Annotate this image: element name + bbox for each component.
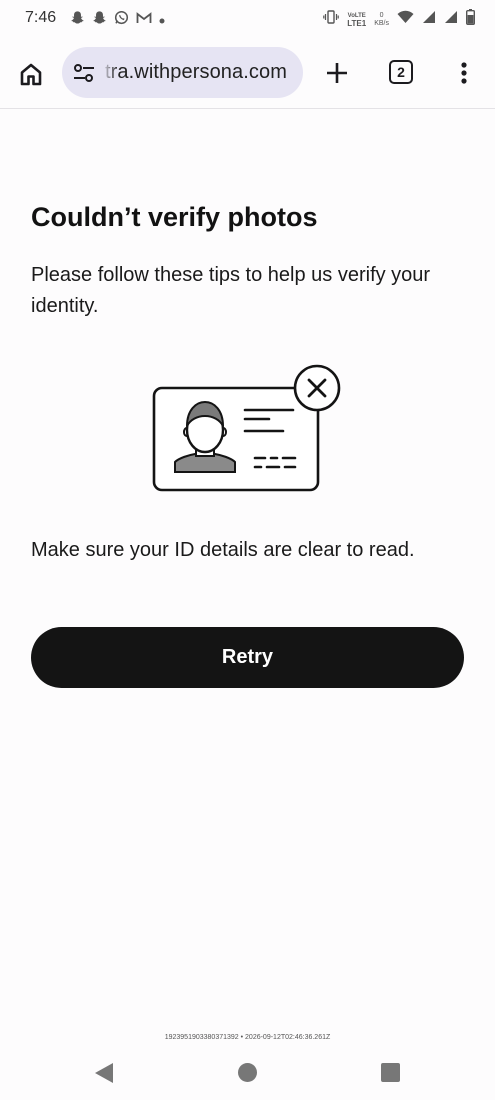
data-rate-icon: 0 KB/s <box>374 12 389 28</box>
lte-label: LTE1 <box>347 18 367 28</box>
home-icon <box>20 63 42 86</box>
url-bar[interactable]: tra.withpersona.com <box>62 47 303 98</box>
system-icons: VoLTE LTE1 0 KB/s <box>323 9 475 30</box>
site-settings-icon[interactable] <box>72 61 96 85</box>
retry-button[interactable]: Retry <box>31 627 464 688</box>
back-triangle-icon <box>95 1063 113 1083</box>
status-time: 7:46 <box>25 9 57 26</box>
page-title: Couldn’t verify photos <box>31 202 318 232</box>
home-button[interactable] <box>17 60 45 88</box>
gmail-icon <box>136 11 152 30</box>
signal-icon <box>444 10 458 29</box>
volte-icon: VoLTE LTE1 <box>347 12 366 28</box>
nav-recents-button[interactable] <box>381 1063 400 1082</box>
page-subtitle: Please follow these tips to help us veri… <box>31 264 431 317</box>
tip-text: Make sure your ID details are clear to r… <box>31 539 415 561</box>
notification-icons <box>70 10 165 30</box>
url-text[interactable]: tra.withpersona.com <box>105 61 287 84</box>
plus-icon <box>327 63 347 83</box>
menu-button[interactable] <box>452 59 476 89</box>
session-footer-id: 1923951903380371392 • 2026-09-12T02:46:3… <box>164 1034 331 1041</box>
data-rate-value: 0 <box>379 11 384 19</box>
url-fade <box>102 47 118 98</box>
vibrate-icon <box>323 10 340 29</box>
whatsapp-icon <box>114 10 129 30</box>
snapchat-icon <box>92 10 107 30</box>
more-vert-icon <box>461 62 467 84</box>
data-rate-unit: KB/s <box>374 19 389 27</box>
battery-icon <box>465 9 475 30</box>
wifi-icon <box>397 10 414 29</box>
snapchat-icon <box>70 10 85 30</box>
browser-toolbar: tra.withpersona.com 2 <box>0 40 495 109</box>
tab-switcher-button[interactable]: 2 <box>389 60 415 86</box>
status-bar: 7:46 VoLTE LTE1 0 KB/s <box>0 0 495 36</box>
tab-count: 2 <box>389 60 413 84</box>
id-card-illustration <box>150 362 345 497</box>
dot-icon <box>159 11 165 29</box>
nav-back-button[interactable] <box>93 1061 115 1090</box>
signal-icon <box>422 10 436 29</box>
new-tab-button[interactable] <box>322 58 352 88</box>
nav-home-button[interactable] <box>238 1063 257 1082</box>
